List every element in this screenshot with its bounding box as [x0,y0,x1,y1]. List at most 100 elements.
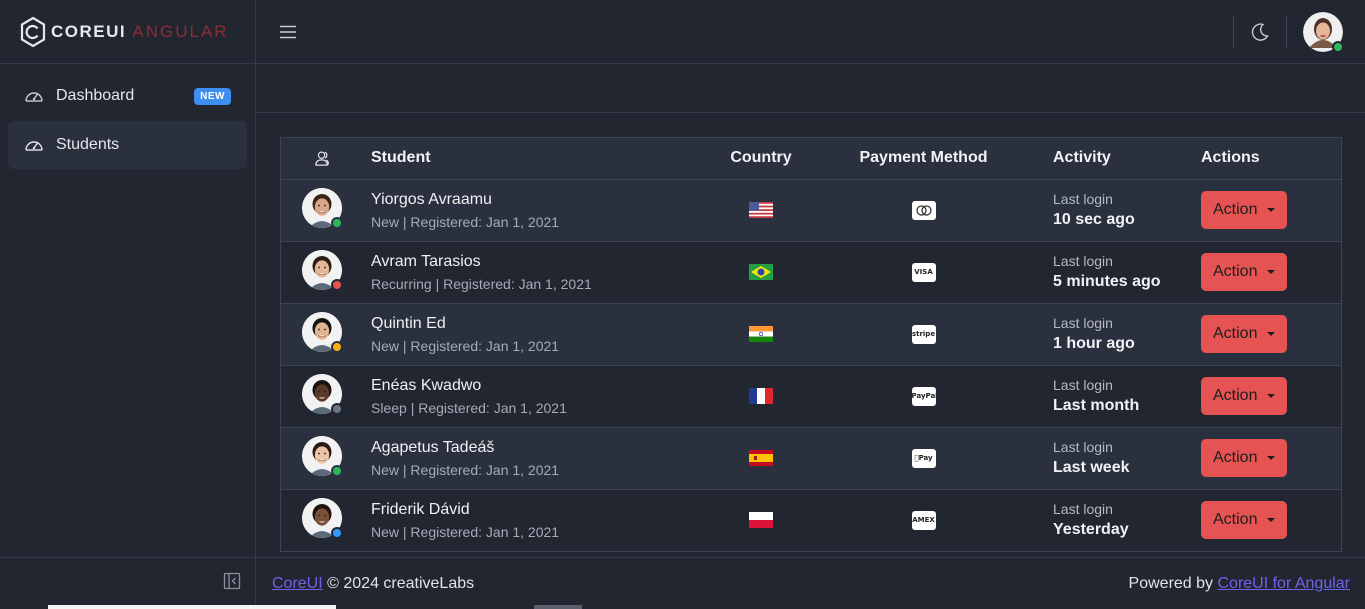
sidebar-nav: Dashboard NEW Students [0,64,255,178]
visa-icon: VISA [911,262,936,282]
avatar-cell [281,241,363,303]
payment-cell: Pay [820,427,1027,489]
action-dropdown-button[interactable]: Action [1201,377,1288,415]
action-label: Action [1213,263,1258,280]
moon-icon [1251,22,1269,41]
column-header-student[interactable]: Student [363,138,702,179]
action-dropdown-button[interactable]: Action [1201,315,1288,353]
caret-down-icon [1267,208,1276,212]
flag-pl-icon [749,512,773,529]
column-header-payment[interactable]: Payment Method [820,138,1027,179]
student-meta: New | Registered: Jan 1, 2021 [371,461,560,478]
activity-value: 1 hour ago [1053,335,1135,352]
avatar[interactable] [302,249,343,291]
theme-toggle-button[interactable] [1234,12,1286,52]
action-label: Action [1213,449,1258,466]
brand-core: COREUI [51,21,127,41]
status-dot [331,278,343,291]
country-cell [702,427,820,489]
action-label: Action [1213,325,1258,342]
sidebar-collapse-icon[interactable] [223,572,241,595]
flag-fr-icon [749,387,773,404]
table-body: Yiorgos Avraamu New | Registered: Jan 1, … [281,179,1341,551]
new-badge: NEW [194,87,231,105]
action-dropdown-button[interactable]: Action [1201,191,1288,229]
activity-cell: Last login Last week [1027,427,1201,489]
student-name: Quintin Ed [371,314,446,332]
actions-cell: Action [1201,303,1341,365]
column-header-country[interactable]: Country [702,138,820,179]
action-label: Action [1213,511,1258,529]
payment-glyph: VISA [914,267,933,276]
footer-coreui-angular-link[interactable]: CoreUI for Angular [1217,575,1350,592]
actions-cell: Action [1201,241,1341,303]
activity-value: 5 minutes ago [1053,273,1161,290]
action-label: Action [1213,201,1258,218]
bottom-scroll-strip [48,605,336,609]
user-status-dot [1332,40,1344,53]
activity-label: Last login [1053,501,1113,518]
avatar[interactable] [302,497,343,539]
avatar[interactable] [302,435,343,477]
activity-value: Last month [1053,397,1140,414]
student-cell: Friderik Dávid New | Registered: Jan 1, 2… [363,489,702,551]
status-dot [331,340,343,353]
avatar[interactable] [302,311,343,353]
app-root: COREUI ANGULAR Dashboard NEW Students St… [0,0,1365,609]
bottom-scroll-strip [534,605,582,609]
action-dropdown-button[interactable]: Action [1201,501,1288,540]
table-header-row: Student Country Payment Method Activity … [281,138,1341,179]
amex-icon: AMEX [911,510,936,530]
student-name: Enéas Kwadwo [371,376,482,394]
brand-text: COREUI ANGULAR [51,22,229,42]
column-header-actions: Actions [1201,149,1260,167]
sidebar-item-dashboard[interactable]: Dashboard NEW [8,72,247,120]
activity-value: Last week [1053,459,1130,476]
footer-copyright: © 2024 creativeLabs [322,574,475,592]
stripe-icon: stripe [911,324,936,344]
caret-down-icon [1267,270,1276,274]
avatar[interactable] [302,187,343,229]
country-cell [702,241,820,303]
column-header-avatar [281,138,363,179]
table-row: Enéas Kwadwo Sleep | Registered: Jan 1, 2… [281,365,1341,427]
column-header-activity[interactable]: Activity [1027,138,1201,179]
student-cell: Quintin Ed New | Registered: Jan 1, 2021 [363,303,702,365]
footer: CoreUI © 2024 creativeLabs Powered by Co… [256,557,1365,609]
avatar-cell [281,489,363,551]
sidebar-item-students[interactable]: Students [8,121,247,169]
header-right [1233,0,1365,64]
flag-us-icon [749,201,773,218]
activity-value: Yesterday [1053,521,1129,539]
footer-coreui-link[interactable]: CoreUI [272,575,323,592]
student-name: Yiorgos Avraamu [371,190,492,208]
user-avatar[interactable] [1303,11,1344,53]
activity-label: Last login [1053,191,1113,207]
hamburger-icon[interactable] [278,22,298,42]
footer-left: CoreUI © 2024 creativeLabs [272,575,474,593]
student-cell: Agapetus Tadeáš New | Registered: Jan 1, … [363,427,702,489]
actions-cell: Action [1201,489,1341,551]
student-meta: New | Registered: Jan 1, 2021 [371,213,560,230]
student-meta: New | Registered: Jan 1, 2021 [371,523,560,540]
table-row: Yiorgos Avraamu New | Registered: Jan 1, … [281,179,1341,241]
students-table-card: Student Country Payment Method Activity … [280,137,1342,552]
speedometer-icon [24,135,44,155]
action-dropdown-button[interactable]: Action [1201,253,1288,291]
payment-glyph: stripe [911,329,936,338]
header [256,0,1365,64]
payment-cell: stripe [820,303,1027,365]
caret-down-icon [1267,456,1276,460]
brand[interactable]: COREUI ANGULAR [0,0,255,64]
status-dot [331,526,343,539]
student-meta: Sleep | Registered: Jan 1, 2021 [371,399,567,416]
caret-down-icon [1267,518,1276,523]
table-row: Friderik Dávid New | Registered: Jan 1, 2… [281,489,1341,551]
avatar-cell [281,303,363,365]
action-dropdown-button[interactable]: Action [1201,439,1288,477]
avatar[interactable] [302,373,343,415]
caret-down-icon [1267,332,1276,336]
country-cell [702,179,820,241]
student-cell: Yiorgos Avraamu New | Registered: Jan 1, … [363,179,702,241]
payment-cell: AMEX [820,489,1027,551]
